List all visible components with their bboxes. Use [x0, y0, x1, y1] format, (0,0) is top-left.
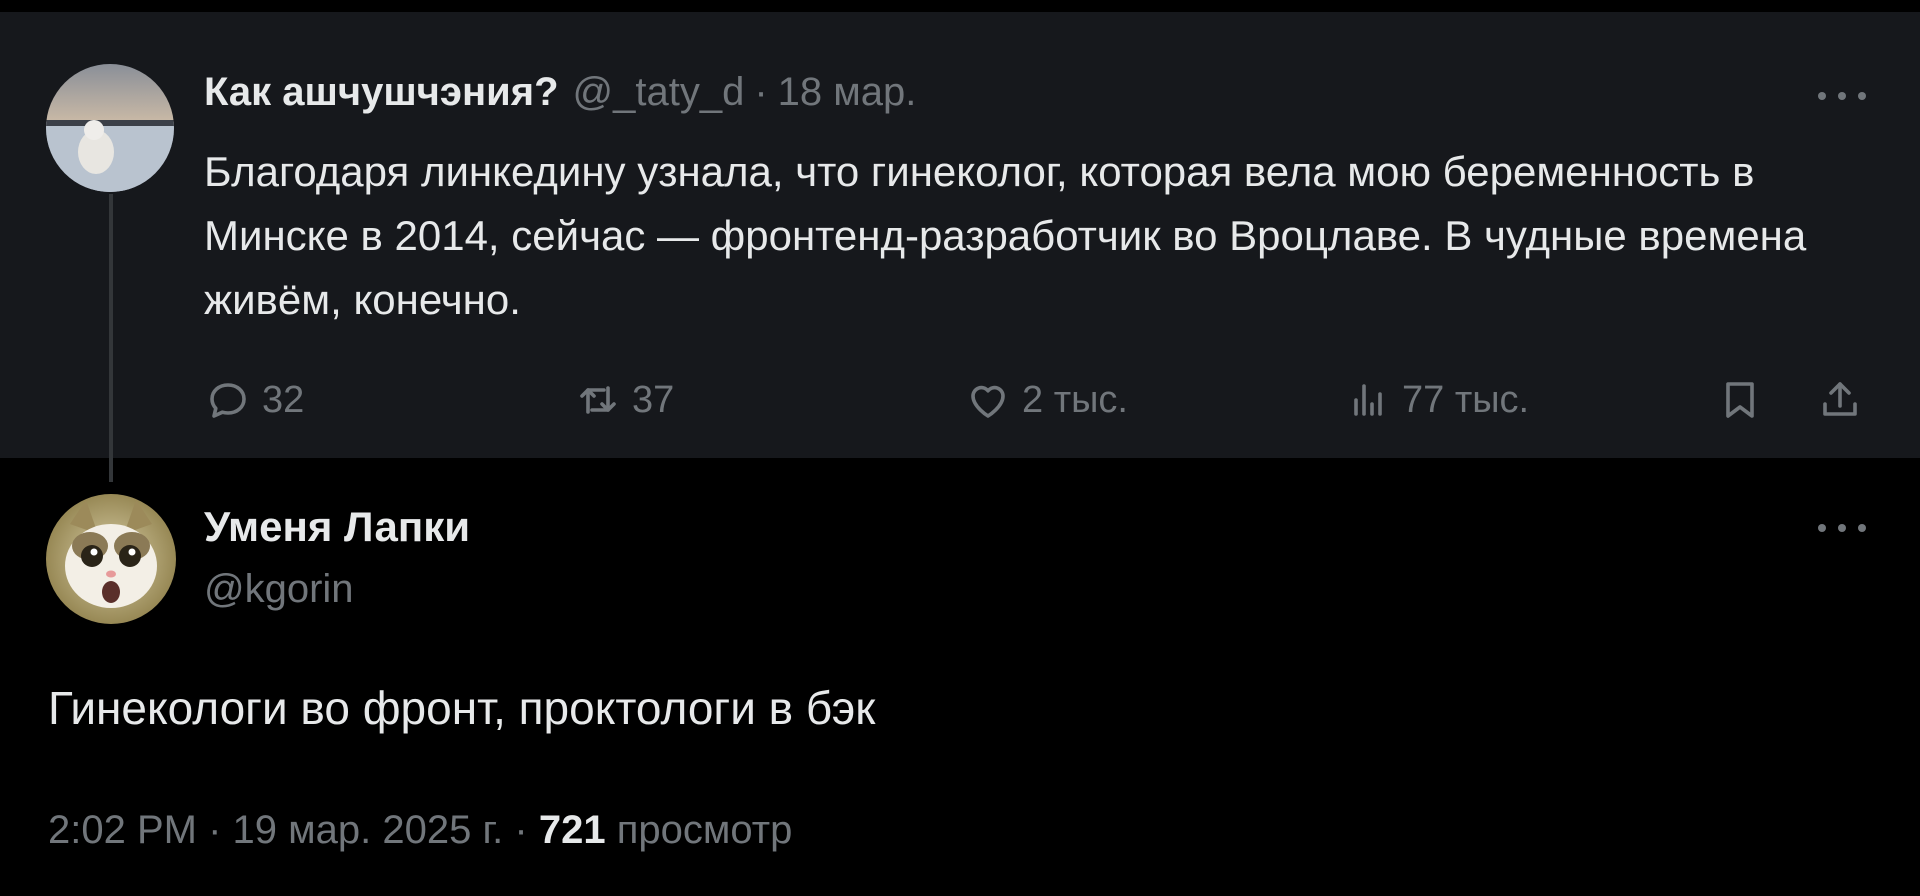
user-info: Уменя Лапки @kgorin: [204, 500, 470, 616]
separator: ·: [754, 70, 768, 114]
tweet-thread: Как ашчушчэния? @_taty_d · 18 мар. Благо…: [0, 0, 1920, 896]
like-count: 2 тыс.: [1022, 378, 1128, 421]
like-button[interactable]: 2 тыс.: [964, 372, 1128, 428]
reply-icon: [204, 376, 252, 424]
tweet-time[interactable]: 2:02 PM: [48, 808, 197, 852]
thread-connector: [109, 194, 113, 482]
like-icon: [964, 376, 1012, 424]
avatar-image: [46, 494, 176, 624]
reply-button[interactable]: 32: [204, 372, 304, 428]
views-button[interactable]: 77 тыс.: [1344, 372, 1529, 428]
tweet-date[interactable]: 19 мар. 2025 г.: [233, 808, 504, 852]
repost-icon: [574, 376, 622, 424]
more-icon[interactable]: [1818, 86, 1866, 106]
handle[interactable]: @kgorin: [204, 562, 470, 616]
views-count: 721: [538, 808, 606, 852]
separator: ·: [514, 808, 528, 852]
display-name[interactable]: Уменя Лапки: [204, 500, 470, 554]
tweet-date[interactable]: 18 мар.: [778, 70, 917, 115]
tweet-meta: 2:02 PM · 19 мар. 2025 г. · 721 просмотр: [48, 800, 792, 860]
avatar[interactable]: [46, 64, 174, 192]
views-count: 77 тыс.: [1402, 378, 1530, 421]
tweet-header: Как ашчушчэния? @_taty_d · 18 мар.: [204, 70, 916, 122]
repost-count: 37: [632, 378, 675, 421]
avatar[interactable]: [46, 494, 176, 624]
parent-tweet[interactable]: Как ашчушчэния? @_taty_d · 18 мар. Благо…: [0, 12, 1920, 458]
views-icon: [1344, 376, 1392, 424]
tweet-text: Гинекологи во фронт, проктологи в бэк: [48, 682, 876, 734]
share-button[interactable]: [1816, 372, 1864, 428]
reply-count: 32: [262, 378, 305, 421]
share-icon: [1816, 376, 1864, 424]
bookmark-button[interactable]: [1716, 372, 1764, 428]
avatar-image: [46, 64, 174, 192]
tweet-text: Благодаря линкедину узнала, что гинеколо…: [204, 148, 1807, 323]
more-icon[interactable]: [1818, 518, 1866, 538]
display-name[interactable]: Как ашчушчэния?: [204, 70, 559, 115]
bookmark-icon: [1716, 376, 1764, 424]
views-label: просмотр: [616, 808, 793, 852]
handle[interactable]: @_taty_d: [573, 70, 745, 115]
repost-button[interactable]: 37: [574, 372, 674, 428]
separator: ·: [208, 808, 222, 852]
action-bar: 32 37 2 тыс. 77 тыс.: [204, 372, 1884, 428]
